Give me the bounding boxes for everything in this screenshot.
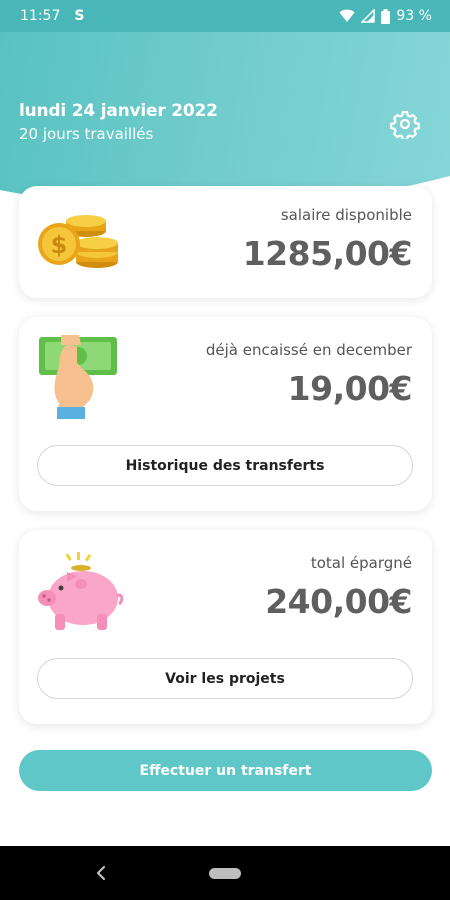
status-left: 11:57 S [20, 8, 84, 24]
status-bar: 11:57 S 93 % [0, 0, 450, 32]
status-time: 11:57 [20, 8, 61, 24]
battery-icon [381, 8, 391, 24]
status-right: 93 % [339, 8, 432, 24]
salary-card: $ salaire disponible 1285,00€ [19, 186, 432, 298]
days-worked-text: 20 jours travaillés [19, 125, 154, 143]
savings-label: total épargné [310, 554, 412, 572]
home-pill-button[interactable] [209, 868, 241, 879]
make-transfer-button[interactable]: Effectuer un transfert [19, 750, 432, 791]
page-title-date: lundi 24 janvier 2022 [19, 101, 218, 121]
cashed-amount: 19,00€ [287, 369, 413, 408]
salary-label: salaire disponible [280, 206, 412, 224]
signal-icon [361, 9, 376, 23]
cashed-card: déjà encaissé en december 19,00€ Histori… [19, 317, 432, 511]
gear-icon [390, 111, 420, 139]
navigation-bar [0, 846, 450, 900]
transfer-history-button[interactable]: Historique des transferts [37, 445, 413, 486]
cash-hand-icon [39, 335, 117, 419]
coins-icon: $ [38, 215, 118, 268]
cashed-label: déjà encaissé en december [205, 341, 412, 359]
app-notification-icon: S [74, 8, 85, 24]
savings-amount: 240,00€ [265, 582, 412, 621]
back-icon[interactable] [94, 864, 108, 882]
settings-button[interactable] [387, 106, 423, 142]
savings-card: total épargné 240,00€ Voir les projets [19, 530, 432, 724]
battery-percent: 93 % [396, 8, 432, 24]
wifi-icon [339, 9, 355, 22]
view-projects-button[interactable]: Voir les projets [37, 658, 413, 699]
piggy-bank-icon [38, 552, 124, 630]
svg-text:$: $ [51, 231, 68, 259]
salary-amount: 1285,00€ [242, 234, 413, 273]
